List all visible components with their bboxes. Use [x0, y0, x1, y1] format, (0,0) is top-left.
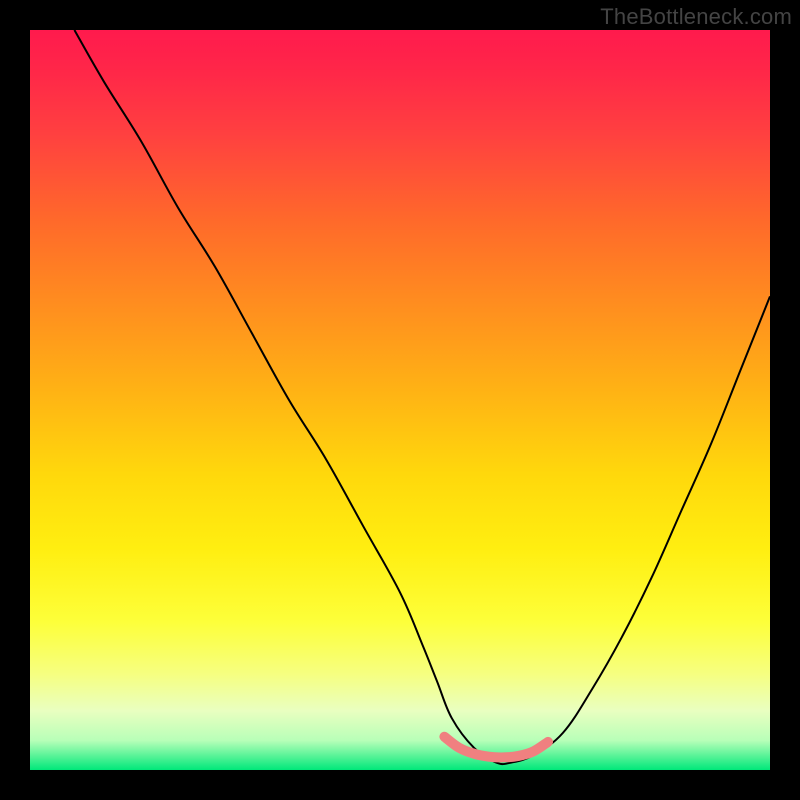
- plot-area: [30, 30, 770, 770]
- chart-frame: TheBottleneck.com: [0, 0, 800, 800]
- watermark-text: TheBottleneck.com: [600, 4, 792, 30]
- bottleneck-curve-path: [74, 30, 770, 764]
- curve-svg: [30, 30, 770, 770]
- optimal-zone-path: [444, 737, 548, 758]
